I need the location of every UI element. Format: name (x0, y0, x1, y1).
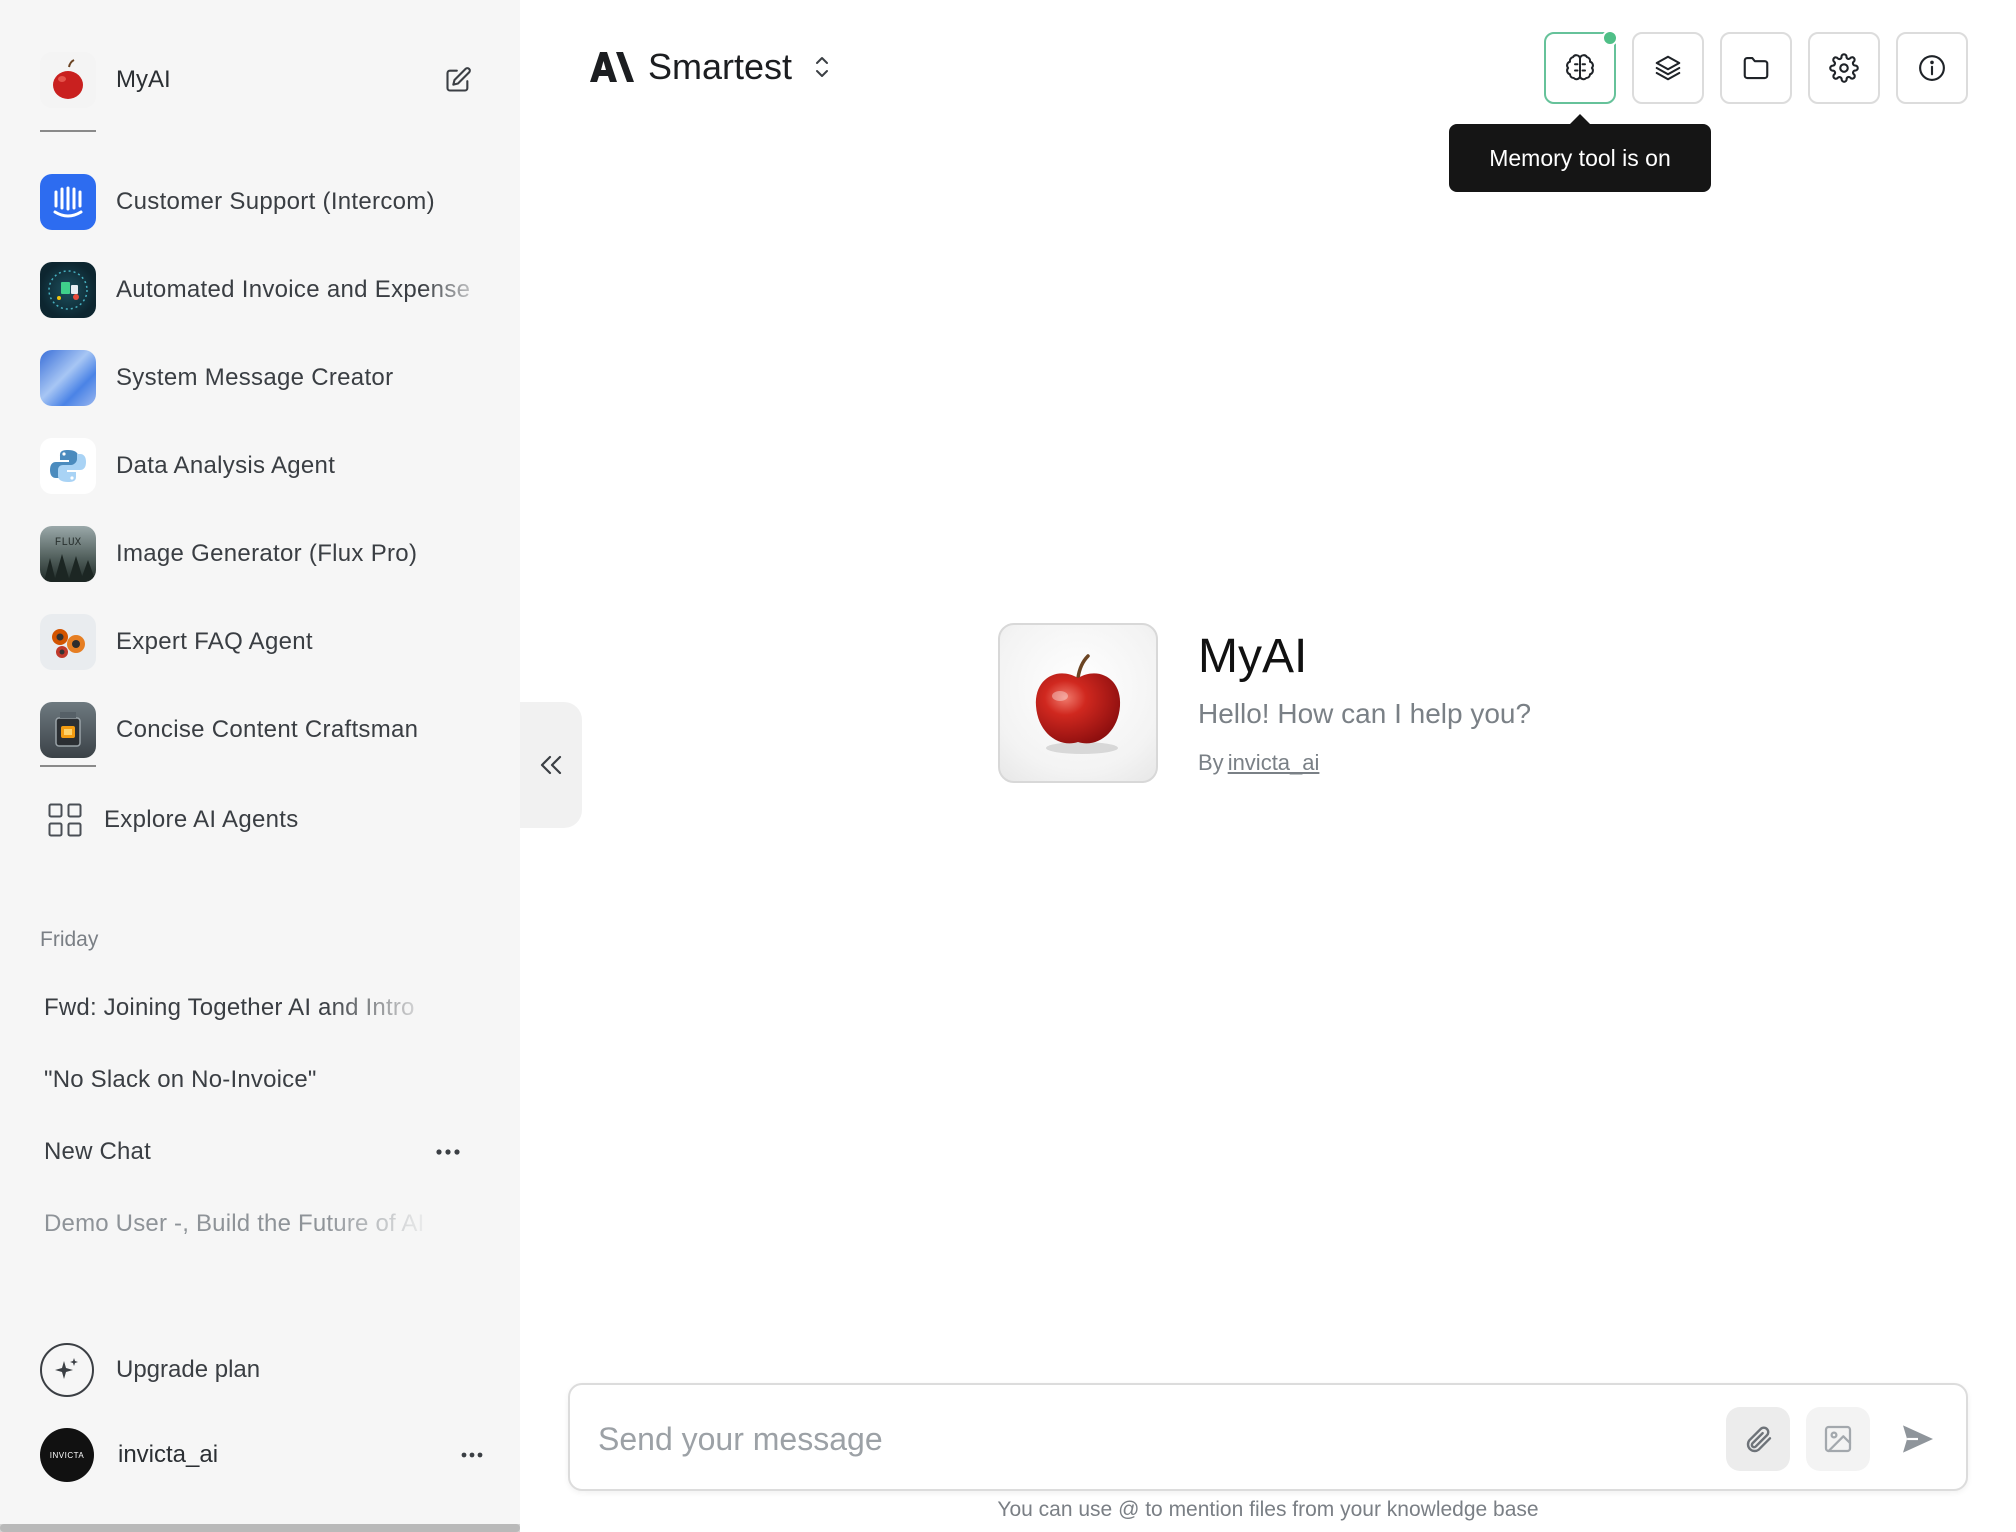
agent-label: Data Analysis Agent (116, 452, 336, 479)
new-chat-edit-icon[interactable] (436, 58, 480, 102)
agent-item-system-message[interactable]: System Message Creator (40, 334, 490, 422)
current-agent-name[interactable]: MyAI (116, 66, 171, 94)
chat-label: Fwd: Joining Together AI and Intro (44, 994, 415, 1021)
folder-icon (1743, 56, 1769, 80)
agent-item-content-craftsman[interactable]: Concise Content Craftsman (40, 686, 490, 774)
agent-greeting: Hello! How can I help you? (1198, 698, 1532, 729)
grid-icon (48, 803, 82, 837)
composer-hint: You can use @ to mention files from your… (997, 1498, 1539, 1521)
collapse-sidebar-button[interactable] (520, 702, 582, 828)
attach-file-button[interactable] (1726, 1407, 1790, 1471)
agent-label: Customer Support (Intercom) (116, 188, 435, 215)
agent-label: Automated Invoice and Expense (116, 276, 471, 303)
send-icon (1903, 1425, 1933, 1453)
memory-status-dot (1602, 30, 1618, 46)
gradient-icon (40, 350, 96, 406)
memory-tool-button[interactable] (1544, 30, 1618, 104)
user-name[interactable]: invicta_ai (118, 1441, 218, 1469)
explore-label: Explore AI Agents (104, 806, 299, 833)
info-icon (1919, 55, 1945, 81)
message-input[interactable] (598, 1413, 1698, 1465)
faq-icon (40, 614, 96, 670)
upload-image-button[interactable] (1806, 1407, 1870, 1471)
current-agent-header: MyAI (40, 52, 480, 108)
sidebar-scrollbar[interactable] (0, 1524, 520, 1532)
send-button[interactable] (1886, 1407, 1950, 1471)
apple-icon (998, 623, 1158, 783)
chat-history-list: Fwd: Joining Together AI and Intro "No S… (44, 972, 484, 1260)
chat-item[interactable]: Demo User -, Build the Future of AI (44, 1188, 484, 1260)
layers-button[interactable] (1632, 32, 1704, 104)
info-button[interactable] (1896, 32, 1968, 104)
agent-item-image-generator[interactable]: FLUX Image Generator (Flux Pro) (40, 510, 490, 598)
chat-label: Demo User -, Build the Future of AI (44, 1210, 425, 1237)
python-icon (40, 438, 96, 494)
user-more-options-icon[interactable] (454, 1437, 490, 1473)
brain-icon (1566, 54, 1594, 81)
agent-item-expert-faq[interactable]: Expert FAQ Agent (40, 598, 490, 686)
memory-tooltip: Memory tool is on (1449, 114, 1711, 192)
sidebar: MyAI Customer Support (Intercom) Automat… (0, 0, 520, 1532)
agent-item-invoice[interactable]: Automated Invoice and Expense (40, 246, 490, 334)
agent-item-customer-support[interactable]: Customer Support (Intercom) (40, 158, 490, 246)
agent-label: Image Generator (Flux Pro) (116, 540, 418, 567)
agent-list: Customer Support (Intercom) Automated In… (40, 158, 490, 774)
agent-intro-card: MyAI Hello! How can I help you? By invict… (998, 623, 1531, 783)
agent-label: Expert FAQ Agent (116, 628, 313, 655)
image-icon (1824, 1425, 1852, 1453)
anthropic-logo-icon (590, 52, 634, 82)
upgrade-plan-button[interactable]: Upgrade plan (40, 1343, 260, 1397)
user-profile: INVICTA invicta_ai (40, 1427, 490, 1483)
divider (40, 765, 96, 767)
chat-item[interactable]: Fwd: Joining Together AI and Intro (44, 972, 484, 1044)
explore-ai-agents-link[interactable]: Explore AI Agents (48, 800, 299, 840)
apple-icon[interactable] (40, 52, 96, 108)
by-prefix: By (1198, 750, 1224, 775)
chat-label: "No Slack on No-Invoice" (44, 1066, 317, 1093)
divider (40, 130, 96, 132)
header-toolbar (1544, 30, 1968, 104)
intercom-icon (40, 174, 96, 230)
more-options-icon[interactable] (432, 1136, 464, 1168)
author-link[interactable]: invicta_ai (1228, 750, 1320, 775)
sparkles-icon (40, 1343, 94, 1397)
message-composer (568, 1383, 1968, 1491)
upgrade-label: Upgrade plan (116, 1356, 261, 1383)
agent-label: Concise Content Craftsman (116, 716, 419, 743)
files-button[interactable] (1720, 32, 1792, 104)
invoice-icon (40, 262, 96, 318)
craftsman-icon (40, 702, 96, 758)
settings-button[interactable] (1808, 32, 1880, 104)
chevron-up-down-icon (816, 57, 829, 77)
agent-item-data-analysis[interactable]: Data Analysis Agent (40, 422, 490, 510)
avatar[interactable]: INVICTA (40, 1428, 94, 1482)
layers-icon (1655, 55, 1681, 81)
paperclip-icon (1746, 1426, 1772, 1453)
chevrons-left-icon (540, 755, 562, 775)
chat-item[interactable]: "No Slack on No-Invoice" (44, 1044, 484, 1116)
agent-intro-text: MyAI Hello! How can I help you? By invict… (1198, 623, 1531, 783)
model-selector[interactable]: Smartest (590, 42, 830, 92)
agent-label: System Message Creator (116, 364, 394, 391)
chat-label: New Chat (44, 1138, 151, 1165)
scrollbar-thumb[interactable] (0, 1524, 520, 1532)
gear-icon (1829, 53, 1859, 83)
chat-item[interactable]: New Chat (44, 1116, 484, 1188)
agent-title: MyAI (1198, 630, 1308, 683)
model-name: Smartest (648, 46, 793, 87)
chat-history-section-label: Friday (40, 928, 99, 951)
flux-icon: FLUX (40, 526, 96, 582)
svg-text:FLUX: FLUX (55, 537, 82, 549)
agent-author-line: By invicta_ai (1198, 750, 1531, 776)
